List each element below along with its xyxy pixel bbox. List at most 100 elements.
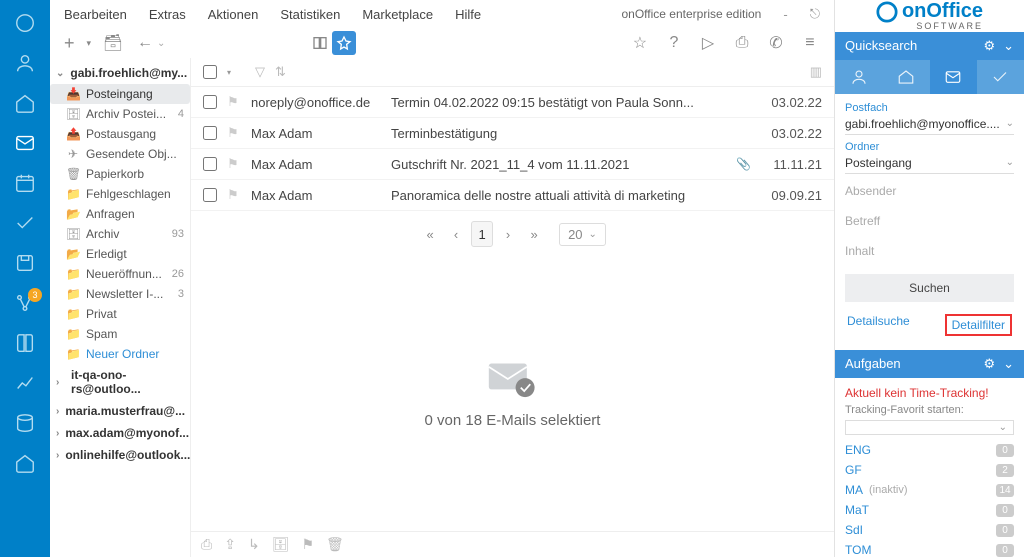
rail-check-icon[interactable] <box>14 212 36 234</box>
folder-item[interactable]: 📁Neuer Ordner <box>50 344 190 364</box>
sort-icon[interactable]: ⇅ <box>275 64 286 80</box>
help-icon[interactable]: ? <box>664 33 684 53</box>
row-checkbox[interactable] <box>203 95 217 109</box>
rail-person-icon[interactable] <box>14 52 36 74</box>
folder-item[interactable]: 📂Erledigt <box>50 244 190 264</box>
bottom-archive-icon[interactable]: 🗄 <box>272 536 290 553</box>
flag-icon[interactable]: ⚑ <box>227 125 241 141</box>
folder-item[interactable]: 🗄Archiv Postei...4 <box>50 104 190 124</box>
task-tag[interactable]: TOM0 <box>845 543 1014 557</box>
row-checkbox[interactable] <box>203 126 217 140</box>
tab-mail[interactable] <box>930 60 977 94</box>
page-last[interactable]: » <box>523 221 545 247</box>
folder-item[interactable]: 📤Postausgang <box>50 124 190 144</box>
folder-item[interactable]: 📁Fehlgeschlagen <box>50 184 190 204</box>
detailsuche-link[interactable]: Detailsuche <box>847 314 910 336</box>
email-row[interactable]: ⚑Max AdamPanoramica delle nostre attuali… <box>191 180 834 211</box>
quicksearch-header[interactable]: Quicksearch ⚙⌄ <box>835 32 1024 60</box>
menu-item[interactable]: Marketplace <box>362 7 433 22</box>
rail-home-icon[interactable] <box>14 92 36 114</box>
task-tag[interactable]: ENG0 <box>845 443 1014 457</box>
aufgaben-header[interactable]: Aufgaben ⚙⌄ <box>835 350 1024 378</box>
account-header[interactable]: ›maria.musterfrau@... <box>50 400 190 422</box>
folder-item[interactable]: ✈Gesendete Obj... <box>50 144 190 164</box>
account-header[interactable]: ⌄gabi.froehlich@my... <box>50 62 190 84</box>
folder-item[interactable]: 🗄Archiv93 <box>50 224 190 244</box>
page-size-select[interactable]: 20⌄ <box>559 223 606 246</box>
flag-icon[interactable]: ⚑ <box>227 156 241 172</box>
account-header[interactable]: ›onlinehilfe@outlook... <box>50 444 190 466</box>
email-row[interactable]: ⚑Max AdamTerminbestätigung03.02.22 <box>191 118 834 149</box>
account-header[interactable]: ›it-qa-ono-rs@outloo... <box>50 364 190 400</box>
suchen-button[interactable]: Suchen <box>845 274 1014 302</box>
inhalt-input[interactable]: Inhalt <box>845 238 1014 264</box>
row-checkbox[interactable] <box>203 188 217 202</box>
menu-icon[interactable]: ≡ <box>800 33 820 53</box>
rail-book-icon[interactable] <box>14 332 36 354</box>
logout-icon[interactable]: ⎋ <box>810 6 820 22</box>
folder-item[interactable]: 📁Spam <box>50 324 190 344</box>
bottom-delete-icon[interactable]: 🗑 <box>326 536 344 553</box>
row-checkbox[interactable] <box>203 157 217 171</box>
page-prev[interactable]: ‹ <box>445 221 467 247</box>
folder-item[interactable]: 📥Posteingang <box>50 84 190 104</box>
flag-icon[interactable]: ⚑ <box>227 94 241 110</box>
rail-calendar-icon[interactable] <box>14 172 36 194</box>
gear-icon[interactable]: ⚙ <box>983 38 995 54</box>
menu-item[interactable]: Statistiken <box>280 7 340 22</box>
menu-item[interactable]: Hilfe <box>455 7 481 22</box>
menu-item[interactable]: Aktionen <box>208 7 259 22</box>
star-icon[interactable]: ☆ <box>630 33 650 53</box>
folder-item[interactable]: 📂Anfragen <box>50 204 190 224</box>
tab-person[interactable] <box>835 60 882 94</box>
folder-item[interactable]: 📁Privat <box>50 304 190 324</box>
run-icon[interactable]: ▷ <box>698 33 718 53</box>
bottom-move-icon[interactable]: ↳ <box>248 536 260 553</box>
menu-item[interactable]: Extras <box>149 7 186 22</box>
rail-stats-icon[interactable] <box>14 372 36 394</box>
tab-home[interactable] <box>882 60 929 94</box>
rail-network-icon[interactable]: 3 <box>14 292 36 314</box>
email-row[interactable]: ⚑Max AdamGutschrift Nr. 2021_11_4 vom 11… <box>191 149 834 180</box>
page-current[interactable]: 1 <box>471 221 493 247</box>
folder-item[interactable]: 📁Newsletter I-...3 <box>50 284 190 304</box>
bottom-flag-icon[interactable]: ⚑ <box>301 536 314 553</box>
add-button[interactable]: + <box>64 33 75 54</box>
task-tag[interactable]: MA(inaktiv)14 <box>845 483 1014 497</box>
task-tag[interactable]: GF2 <box>845 463 1014 477</box>
add-dropdown-icon[interactable]: ▾ <box>87 38 92 49</box>
bottom-print-icon[interactable]: ⎙ <box>201 536 212 553</box>
back-button[interactable]: ← <box>135 33 155 53</box>
filter-icon[interactable]: ▽ <box>255 64 265 80</box>
page-first[interactable]: « <box>419 221 441 247</box>
select-all-dropdown-icon[interactable]: ▾ <box>227 68 231 77</box>
phone-icon[interactable]: ✆ <box>766 33 786 53</box>
account-header[interactable]: ›max.adam@myonof... <box>50 422 190 444</box>
folder-item[interactable]: 🗑Papierkorb <box>50 164 190 184</box>
columns-icon[interactable]: ▥ <box>810 64 822 80</box>
gear-icon[interactable]: ⚙ <box>983 356 995 372</box>
page-next[interactable]: › <box>497 221 519 247</box>
detailfilter-link[interactable]: Detailfilter <box>945 314 1012 336</box>
layout-toggle-2[interactable] <box>332 31 356 55</box>
print-icon[interactable]: ⎙ <box>732 33 752 53</box>
bottom-share-icon[interactable]: ⇪ <box>224 536 236 553</box>
task-tag[interactable]: MaT0 <box>845 503 1014 517</box>
tracking-favorit-select[interactable]: ⌄ <box>845 420 1014 435</box>
menu-item[interactable]: Bearbeiten <box>64 7 127 22</box>
task-tag[interactable]: SdI0 <box>845 523 1014 537</box>
minimize-icon[interactable]: - <box>783 7 787 22</box>
rail-db-icon[interactable] <box>14 412 36 434</box>
betreff-input[interactable]: Betreff <box>845 208 1014 234</box>
chevron-down-icon[interactable]: ⌄ <box>1003 38 1014 54</box>
rail-househeart-icon[interactable] <box>14 452 36 474</box>
select-all-checkbox[interactable] <box>203 65 217 79</box>
chevron-down-icon[interactable]: ⌄ <box>1003 356 1014 372</box>
email-row[interactable]: ⚑noreply@onoffice.deTermin 04.02.2022 09… <box>191 87 834 118</box>
layout-toggle-1[interactable] <box>308 31 332 55</box>
folder-item[interactable]: 📁Neueröffnun...26 <box>50 264 190 284</box>
tab-check[interactable] <box>977 60 1024 94</box>
rail-mail-icon[interactable] <box>14 132 36 154</box>
rail-spinner-icon[interactable] <box>14 12 36 34</box>
flag-icon[interactable]: ⚑ <box>227 187 241 203</box>
